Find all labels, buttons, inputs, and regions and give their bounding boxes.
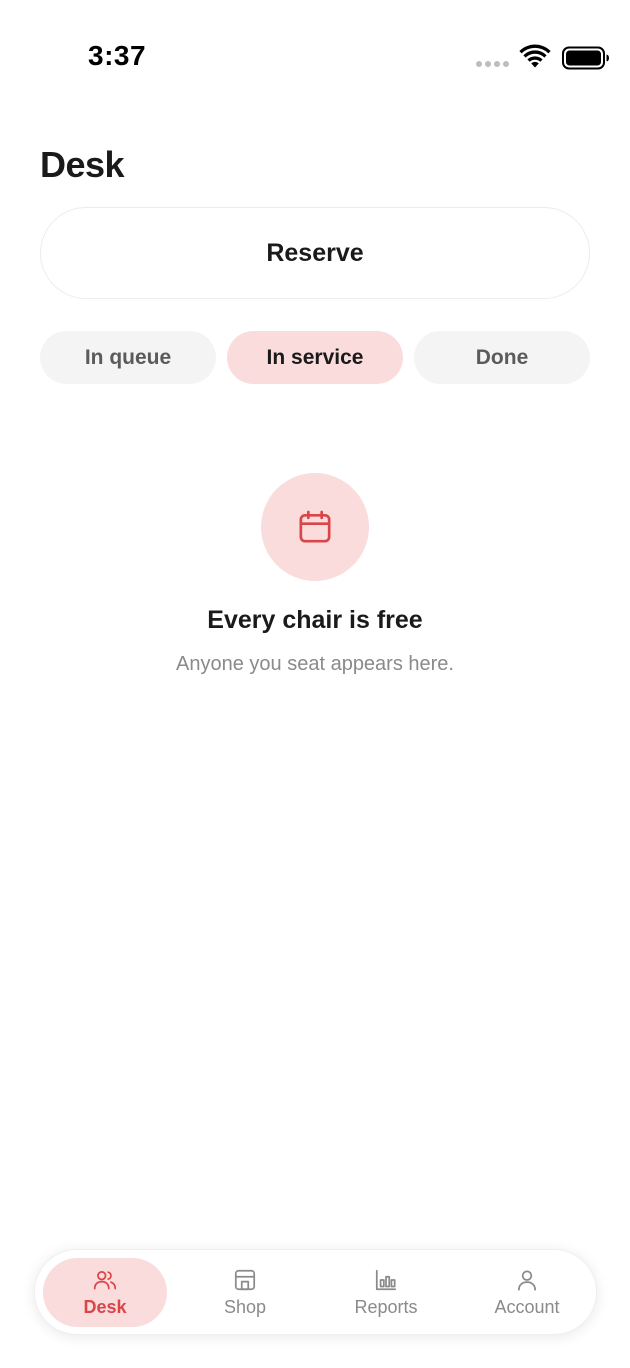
empty-state-title: Every chair is free <box>207 606 423 634</box>
tab-in-service[interactable]: In service <box>227 331 403 384</box>
nav-item-account[interactable]: Account <box>465 1258 589 1327</box>
empty-state-subtitle: Anyone you seat appears here. <box>176 653 454 675</box>
nav-label-account: Account <box>494 1297 560 1317</box>
empty-state-badge <box>261 473 369 581</box>
nav-item-reports[interactable]: Reports <box>324 1258 448 1327</box>
nav-label-shop: Shop <box>223 1297 267 1317</box>
cellular-signal-icon <box>476 61 509 67</box>
status-indicators <box>430 40 630 74</box>
status-bar: 3:37 <box>0 0 630 100</box>
reserve-button[interactable]: Reserve <box>40 207 590 299</box>
screen: 3:37 Desk Reserve In queue In service Do… <box>0 0 630 1368</box>
storefront-icon <box>234 1269 256 1291</box>
tab-in-queue[interactable]: In queue <box>40 331 216 384</box>
status-time: 3:37 <box>88 40 147 71</box>
bar-chart-icon <box>375 1269 397 1291</box>
nav-label-desk: Desk <box>83 1297 127 1317</box>
page-title: Desk <box>40 144 125 185</box>
nav-item-shop[interactable]: Shop <box>183 1258 307 1327</box>
people-icon <box>93 1271 117 1290</box>
calendar-icon <box>299 510 331 543</box>
nav-item-desk[interactable]: Desk <box>43 1258 167 1327</box>
person-icon <box>518 1270 536 1291</box>
nav-label-reports: Reports <box>354 1297 418 1317</box>
wifi-icon <box>519 44 551 68</box>
tab-done[interactable]: Done <box>414 331 590 384</box>
battery-icon <box>562 46 609 70</box>
bottom-nav: Desk Shop Reports Account <box>34 1249 597 1335</box>
